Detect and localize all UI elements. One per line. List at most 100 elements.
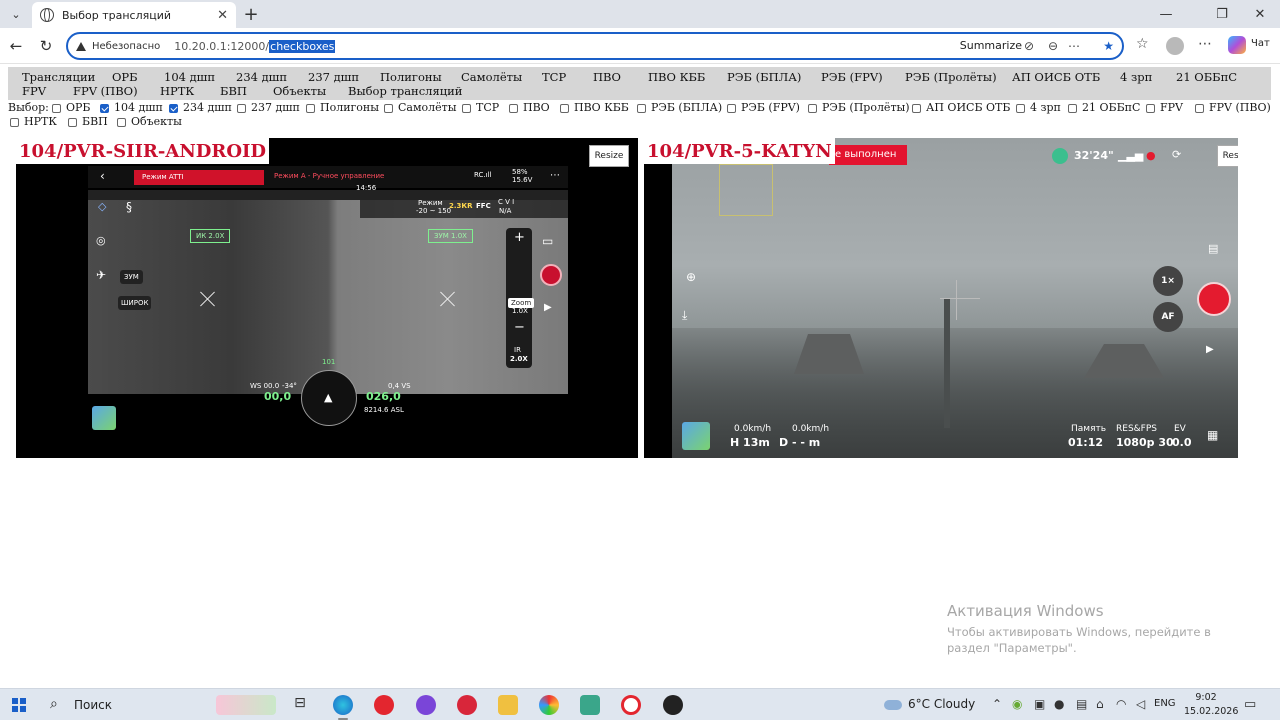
nav-link[interactable]: Полигоны bbox=[380, 70, 442, 84]
checkbox-option[interactable]: РЭБ (БПЛА) bbox=[637, 101, 722, 115]
settings-more-icon[interactable]: ⋯ bbox=[1198, 36, 1212, 52]
nav-link[interactable]: 104 дшп bbox=[164, 70, 215, 84]
volume-icon[interactable]: ◁ bbox=[1136, 697, 1145, 711]
task-view-icon[interactable]: ⊟ bbox=[290, 695, 310, 715]
network-icon[interactable]: ⌂ bbox=[1096, 697, 1104, 711]
checkbox[interactable] bbox=[912, 103, 921, 113]
yandex-browser-icon[interactable] bbox=[621, 695, 641, 715]
checkbox-option[interactable]: 21 ОББпС bbox=[1068, 101, 1140, 115]
search-highlight-icon[interactable] bbox=[216, 695, 276, 715]
zoom-out-icon[interactable]: − bbox=[514, 320, 525, 335]
camera-settings-icon[interactable]: ▤ bbox=[1208, 242, 1218, 255]
tab-active[interactable]: Выбор трансляций ✕ bbox=[32, 2, 236, 28]
checkbox-option[interactable]: Самолёты bbox=[384, 101, 457, 115]
nav-link[interactable]: БВП bbox=[220, 84, 247, 98]
checkbox-option[interactable]: 104 дшп bbox=[100, 101, 163, 115]
checkbox-option[interactable]: Объекты bbox=[117, 115, 182, 129]
more-omnibox-icon[interactable]: ⋯ bbox=[1068, 39, 1080, 53]
nav-link[interactable]: РЭБ (FPV) bbox=[821, 70, 883, 84]
nav-link[interactable]: РЭБ (Пролёты) bbox=[905, 70, 997, 84]
checkbox-option[interactable]: ОРБ bbox=[52, 101, 91, 115]
show-hidden-icons[interactable]: ⌃ bbox=[992, 697, 1002, 711]
nav-link[interactable]: 234 дшп bbox=[236, 70, 287, 84]
checkbox[interactable] bbox=[808, 103, 817, 113]
tray-app-icon[interactable]: ▣ bbox=[1034, 697, 1045, 711]
resize-button[interactable]: Resize bbox=[1217, 145, 1238, 167]
zum-button[interactable]: ЗУМ bbox=[120, 270, 143, 284]
diamond-icon[interactable]: ◇ bbox=[98, 200, 106, 213]
zoom-1x-button[interactable]: 1× bbox=[1153, 266, 1183, 296]
resize-button[interactable]: Resize bbox=[589, 145, 629, 167]
map-icon[interactable] bbox=[92, 406, 116, 430]
storage-icon[interactable]: ▦ bbox=[1207, 428, 1218, 442]
route-icon[interactable]: § bbox=[126, 200, 132, 214]
nav-link[interactable]: ОРБ bbox=[112, 70, 138, 84]
checkbox-option[interactable]: 237 дшп bbox=[237, 101, 300, 115]
checkbox-option[interactable]: РЭБ (FPV) bbox=[727, 101, 800, 115]
checkbox-option[interactable]: ПВО КББ bbox=[560, 101, 629, 115]
nav-link[interactable]: РЭБ (БПЛА) bbox=[727, 70, 801, 84]
checkbox[interactable] bbox=[10, 117, 19, 127]
checkbox[interactable] bbox=[637, 103, 646, 113]
summarize-button[interactable]: Summarize bbox=[960, 39, 1022, 52]
profile-avatar[interactable] bbox=[1166, 37, 1184, 55]
nav-link[interactable]: Самолёты bbox=[461, 70, 522, 84]
minimize-icon[interactable]: — bbox=[1146, 4, 1186, 24]
checkbox-option[interactable]: 234 дшп bbox=[169, 101, 232, 115]
checkbox-option[interactable]: FPV bbox=[1146, 101, 1183, 115]
stream-panel-2[interactable]: 104/PVR-5-KATYN е выполнен Resize 32'24"… bbox=[644, 138, 1238, 458]
system-clock[interactable]: 9:02 15.02.2026 bbox=[1184, 691, 1238, 719]
checkbox[interactable] bbox=[100, 103, 109, 113]
favorite-star-icon[interactable]: ★ bbox=[1103, 39, 1114, 53]
zoom-in-icon[interactable]: + bbox=[514, 230, 525, 245]
maximize-icon[interactable]: ❐ bbox=[1202, 4, 1242, 24]
favorites-icon[interactable]: ☆ bbox=[1136, 36, 1149, 52]
tab-actions-menu-icon[interactable]: ⌄ bbox=[6, 4, 26, 24]
nav-link[interactable]: ПВО КББ bbox=[648, 70, 705, 84]
checkbox-option[interactable]: ПВО bbox=[509, 101, 550, 115]
reload-icon[interactable]: ↻ bbox=[36, 36, 56, 56]
chat-label[interactable]: Чат bbox=[1251, 38, 1270, 49]
ffc-button[interactable]: FFC bbox=[476, 202, 491, 210]
nav-link[interactable]: 4 зрп bbox=[1120, 70, 1152, 84]
checkbox[interactable] bbox=[117, 117, 126, 127]
checkbox-option[interactable]: РЭБ (Пролёты) bbox=[808, 101, 910, 115]
checkbox-option[interactable]: НРТК bbox=[10, 115, 57, 129]
checkbox[interactable] bbox=[727, 103, 736, 113]
checkbox-option[interactable]: ТСР bbox=[462, 101, 499, 115]
back-icon[interactable]: ← bbox=[6, 36, 26, 56]
back-icon[interactable]: ‹ bbox=[100, 169, 105, 183]
taskbar-search[interactable]: Поиск bbox=[74, 698, 112, 712]
checkbox[interactable] bbox=[560, 103, 569, 113]
checkbox[interactable] bbox=[1068, 103, 1077, 113]
new-tab-button[interactable]: + bbox=[240, 3, 262, 25]
app-icon[interactable] bbox=[457, 695, 477, 715]
checkbox[interactable] bbox=[306, 103, 315, 113]
nav-link[interactable]: ТСР bbox=[542, 70, 566, 84]
checkbox[interactable] bbox=[1195, 103, 1204, 113]
address-bar[interactable]: Небезопасно 10.20.0.1:12000/checkboxes S… bbox=[66, 32, 1124, 60]
checkbox-option[interactable]: БВП bbox=[68, 115, 108, 129]
nav-link[interactable]: FPV (ПВО) bbox=[73, 84, 138, 98]
checkbox-option[interactable]: АП ОИСБ ОТБ bbox=[912, 101, 1010, 115]
checkbox-option[interactable]: FPV (ПВО) bbox=[1195, 101, 1271, 115]
insecure-label[interactable]: Небезопасно bbox=[92, 41, 160, 52]
notifications-icon[interactable]: ▭ bbox=[1244, 697, 1256, 712]
color-app-icon[interactable] bbox=[539, 695, 559, 715]
checkbox-option[interactable]: Полигоны bbox=[306, 101, 379, 115]
media-app-icon[interactable] bbox=[663, 695, 683, 715]
nav-link[interactable]: НРТК bbox=[160, 84, 194, 98]
checkbox[interactable] bbox=[1016, 103, 1025, 113]
autofocus-button[interactable]: AF bbox=[1153, 302, 1183, 332]
edge-browser-icon[interactable] bbox=[333, 695, 353, 715]
gimbal-icon[interactable]: ⊕ bbox=[686, 270, 696, 284]
close-window-icon[interactable]: ✕ bbox=[1240, 4, 1280, 24]
stream-panel-1[interactable]: 104/PVR-SIIR-ANDROID Resize ‹ Режим ATTI… bbox=[16, 138, 638, 458]
notes-app-icon[interactable] bbox=[580, 695, 600, 715]
nav-link[interactable]: 237 дшп bbox=[308, 70, 359, 84]
nav-link[interactable]: ПВО bbox=[593, 70, 621, 84]
tray-app-icon[interactable]: ◉ bbox=[1012, 697, 1022, 711]
close-tab-icon[interactable]: ✕ bbox=[217, 8, 228, 23]
map-icon[interactable] bbox=[682, 422, 710, 450]
yandex-icon[interactable] bbox=[374, 695, 394, 715]
